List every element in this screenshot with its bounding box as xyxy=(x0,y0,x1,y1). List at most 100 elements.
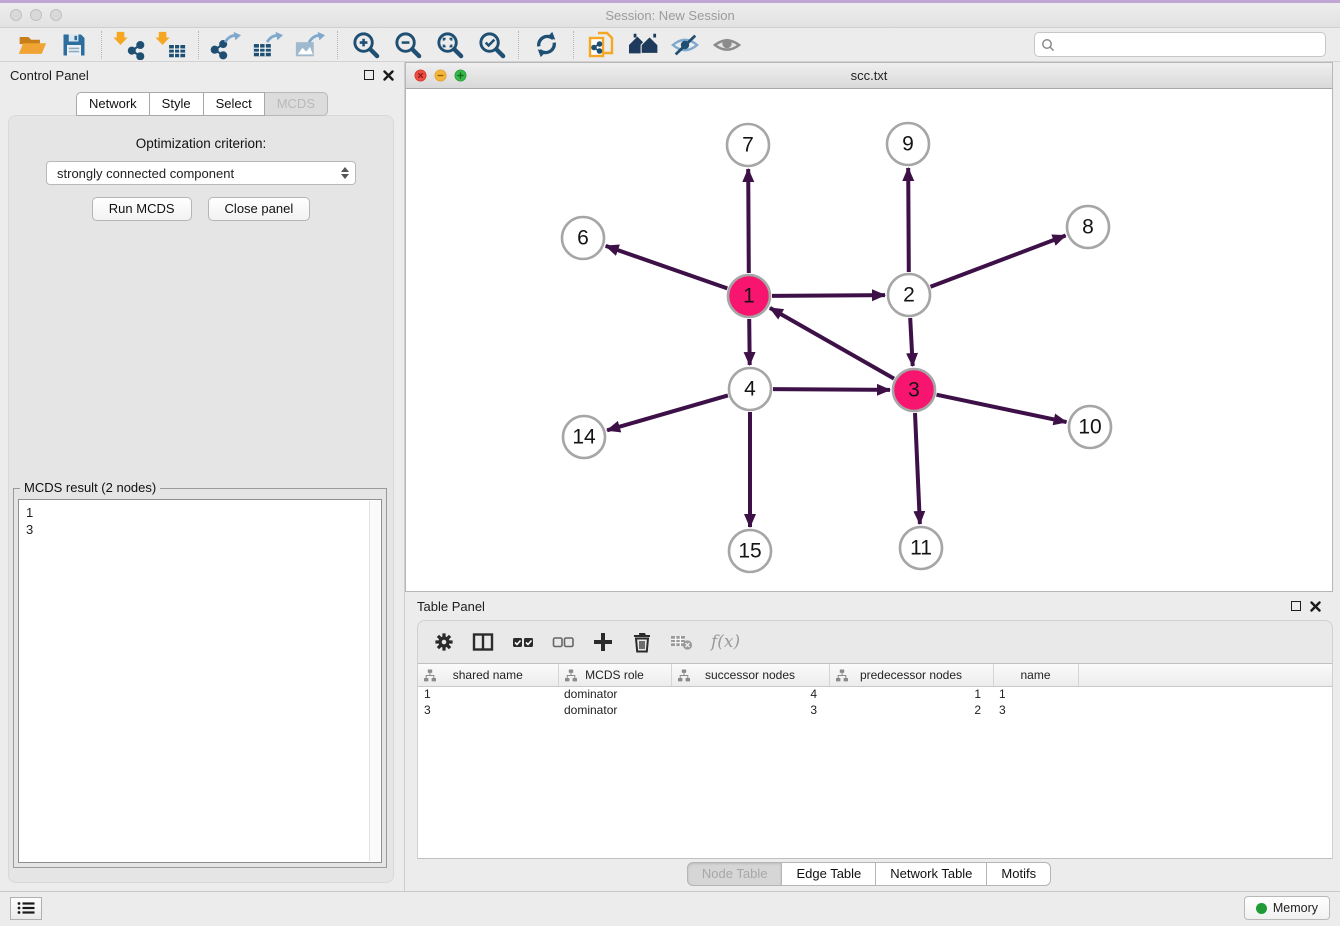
refresh-layout-icon xyxy=(532,30,561,59)
export-image-icon xyxy=(294,30,326,60)
result-line: 3 xyxy=(26,521,365,538)
edge-4-3[interactable] xyxy=(773,389,890,390)
table-row[interactable]: 1dominator411 xyxy=(418,686,1332,702)
show-all-icon xyxy=(711,31,743,59)
column-header-successor-nodes[interactable]: successor nodes xyxy=(671,664,829,686)
import-network-icon xyxy=(113,30,145,60)
network-canvas[interactable]: 7968124314101511 xyxy=(405,89,1333,592)
close-panel-icon[interactable] xyxy=(383,70,394,81)
cell: 2 xyxy=(829,702,993,718)
cell: 1 xyxy=(829,686,993,702)
settings-button[interactable] xyxy=(434,632,454,652)
edge-3-10[interactable] xyxy=(937,395,1067,422)
deselect-all-button[interactable] xyxy=(552,632,574,652)
maximize-network-button[interactable] xyxy=(454,69,467,82)
tab-edge-table[interactable]: Edge Table xyxy=(782,862,876,886)
result-scrollbar[interactable] xyxy=(369,501,380,861)
minimize-network-button[interactable] xyxy=(434,69,447,82)
table-tabs-row: Node TableEdge TableNetwork TableMotifs xyxy=(405,859,1333,891)
import-table-button[interactable] xyxy=(155,31,187,59)
edge-2-8[interactable] xyxy=(931,236,1066,287)
duplicate-network-button[interactable] xyxy=(585,31,617,59)
cell: 1 xyxy=(993,686,1078,702)
node-label-2: 2 xyxy=(903,284,915,307)
memory-button[interactable]: Memory xyxy=(1244,896,1330,920)
zoom-selected-button[interactable] xyxy=(475,31,507,59)
main-toolbar xyxy=(0,28,1340,62)
tab-select[interactable]: Select xyxy=(204,92,265,116)
node-table: shared nameMCDS rolesuccessor nodesprede… xyxy=(418,663,1332,859)
table-panel: Table Panel f(x) shared nameMCDS rolesuc… xyxy=(405,592,1340,891)
table-panel-title: Table Panel xyxy=(417,599,485,614)
table-row[interactable]: 3dominator323 xyxy=(418,702,1332,718)
edge-1-2[interactable] xyxy=(772,295,885,296)
close-network-button[interactable] xyxy=(414,69,427,82)
hide-selected-button[interactable] xyxy=(669,31,701,59)
edge-3-11[interactable] xyxy=(915,413,920,524)
tab-style[interactable]: Style xyxy=(150,92,204,116)
close-panel-button[interactable]: Close panel xyxy=(208,197,311,221)
edge-3-1[interactable] xyxy=(770,308,894,379)
delete-column-button[interactable] xyxy=(632,631,652,653)
node-label-6: 6 xyxy=(577,227,589,250)
tab-network[interactable]: Network xyxy=(76,92,150,116)
edge-4-14[interactable] xyxy=(607,395,728,430)
search-input[interactable] xyxy=(1059,38,1319,52)
refresh-layout-button[interactable] xyxy=(530,31,562,59)
control-panel-title: Control Panel xyxy=(10,68,89,83)
tab-node-table[interactable]: Node Table xyxy=(687,862,783,886)
mcds-result-textarea[interactable]: 13 xyxy=(18,499,382,863)
split-view-button[interactable] xyxy=(472,632,494,652)
edge-1-6[interactable] xyxy=(606,246,728,289)
export-network-button[interactable] xyxy=(210,31,242,59)
import-network-button[interactable] xyxy=(113,31,145,59)
float-panel-icon[interactable] xyxy=(364,70,374,80)
split-view-icon xyxy=(472,632,494,652)
function-button: f(x) xyxy=(711,632,740,652)
tab-motifs[interactable]: Motifs xyxy=(987,862,1051,886)
cell: 4 xyxy=(671,686,829,702)
tab-network-table[interactable]: Network Table xyxy=(876,862,987,886)
tab-mcds[interactable]: MCDS xyxy=(265,92,328,116)
open-file-button[interactable] xyxy=(16,31,48,59)
zoom-selected-icon xyxy=(477,30,506,59)
toolbar-separator xyxy=(337,31,338,59)
select-all-button[interactable] xyxy=(512,632,534,652)
edge-1-7[interactable] xyxy=(748,169,749,273)
run-mcds-button[interactable]: Run MCDS xyxy=(92,197,192,221)
cell: dominator xyxy=(558,702,671,718)
hide-selected-icon xyxy=(669,31,701,59)
close-table-panel-icon[interactable] xyxy=(1310,601,1321,612)
destroy-table-button xyxy=(670,633,693,651)
float-table-panel-icon[interactable] xyxy=(1291,601,1301,611)
show-all-button[interactable] xyxy=(711,31,743,59)
mcds-result-group: MCDS result (2 nodes) 13 xyxy=(13,488,387,868)
column-header-shared-name[interactable]: shared name xyxy=(418,664,558,686)
edge-2-3[interactable] xyxy=(910,318,913,366)
column-header-name[interactable]: name xyxy=(993,664,1078,686)
criterion-select[interactable]: strongly connected component xyxy=(46,161,356,185)
column-type-icon xyxy=(565,669,577,682)
export-image-button[interactable] xyxy=(294,31,326,59)
duplicate-network-icon xyxy=(586,30,616,60)
network-window-title: scc.txt xyxy=(406,68,1332,83)
column-header-predecessor-nodes[interactable]: predecessor nodes xyxy=(829,664,993,686)
add-column-button[interactable] xyxy=(592,631,614,653)
edge-2-9[interactable] xyxy=(908,168,909,272)
export-table-button[interactable] xyxy=(252,31,284,59)
tasks-button[interactable] xyxy=(10,897,42,920)
zoom-in-button[interactable] xyxy=(349,31,381,59)
save-session-button[interactable] xyxy=(58,31,90,59)
column-header-MCDS-role[interactable]: MCDS role xyxy=(558,664,671,686)
zoom-out-button[interactable] xyxy=(391,31,423,59)
zoom-fit-button[interactable] xyxy=(433,31,465,59)
edge-1-4[interactable] xyxy=(749,319,750,365)
search-box[interactable] xyxy=(1034,32,1326,57)
session-title: Session: New Session xyxy=(0,8,1340,23)
home-button[interactable] xyxy=(627,31,659,59)
table-toolbar: f(x) xyxy=(418,621,1332,663)
criterion-value: strongly connected component xyxy=(57,166,234,181)
network-view-window: scc.txt 7968124314101511 xyxy=(405,62,1340,592)
export-table-icon xyxy=(252,30,284,60)
destroy-table-icon xyxy=(670,633,693,651)
